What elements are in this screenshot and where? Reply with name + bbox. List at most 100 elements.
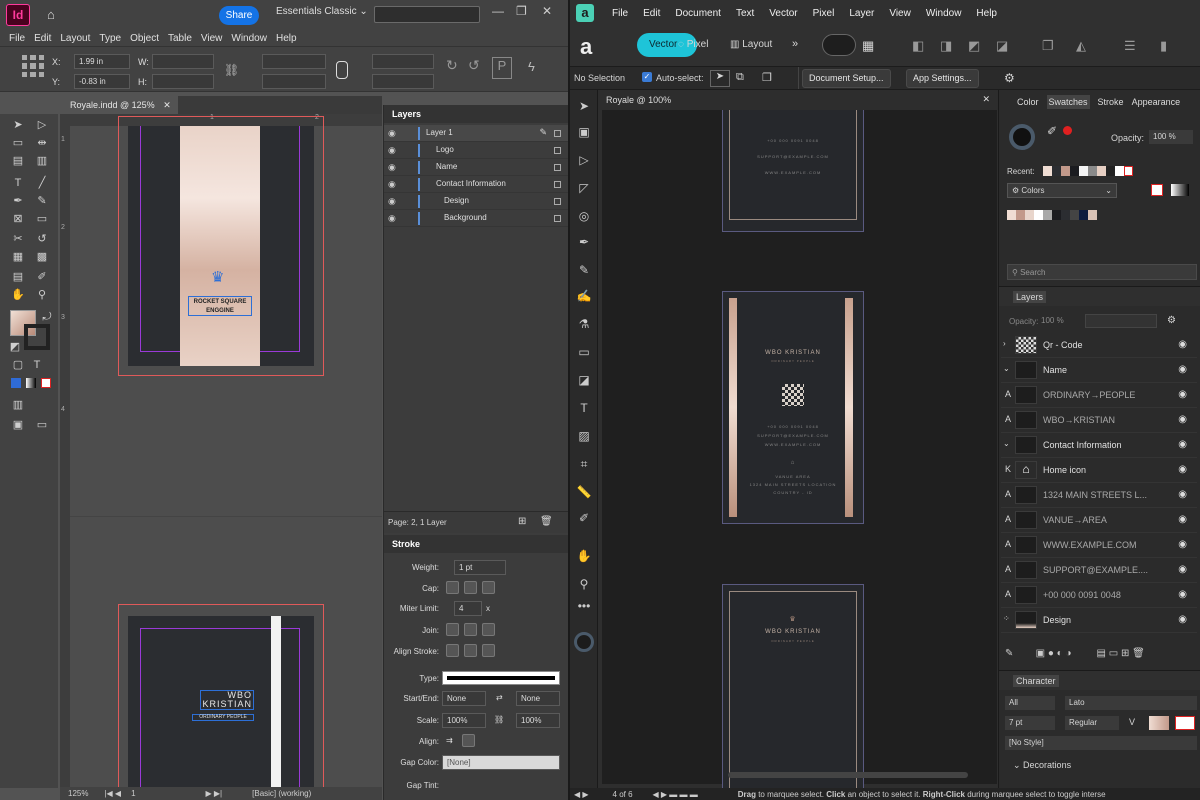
normal-view-icon[interactable]: ▣ [11,418,25,432]
menu-window[interactable]: Window [231,33,267,44]
zoom-tool-icon[interactable]: ⚲ [576,576,592,592]
gap-tool-icon[interactable]: ⇹ [35,136,49,150]
arrange-icon[interactable]: ▮ [1160,38,1167,54]
gradient-feather-icon[interactable]: ▩ [35,250,49,264]
zoom-level[interactable]: 125% [68,789,88,798]
recent-swatches[interactable] [1043,166,1133,176]
picked-color-swatch[interactable] [1063,126,1072,135]
rotate-ccw-icon[interactable]: ↺ [468,57,480,74]
search-input[interactable] [374,6,480,23]
scale-end-field[interactable]: 100% [516,713,560,728]
grid-icon[interactable]: ▦ [862,38,874,54]
move-tool-icon[interactable]: ➤ [576,98,592,114]
align-center-icon[interactable] [446,644,459,657]
boolean-xor-icon[interactable]: ◪ [996,38,1008,54]
eye-icon[interactable]: ◉ [388,213,396,224]
page-nav-next-icon[interactable]: ▶ ▶| [206,789,223,798]
content-placer-icon[interactable]: ▥ [35,154,49,168]
free-transform-icon[interactable]: ↺ [35,232,49,246]
swatch[interactable] [1007,210,1016,220]
x-field[interactable]: 1.99 in [74,54,130,69]
canvas[interactable]: +00 000 0091 0048 SUPPORT@EXAMPLE.COM WW… [602,110,997,795]
align-inside-icon[interactable] [464,644,477,657]
place-image-icon[interactable]: ▨ [576,428,592,444]
type-tool-icon[interactable]: T [11,176,25,190]
colors-dropdown[interactable]: ⚙ Colors ⌄ [1007,183,1117,198]
rectangle-tool-icon[interactable]: ▭ [576,344,592,360]
stroke-swatch[interactable] [24,324,50,350]
tab-swatches[interactable]: Swatches [1046,95,1090,109]
expand-icon[interactable]: › [1003,339,1006,348]
layers-tab[interactable]: Layers [1013,291,1047,303]
page-nav-icon[interactable]: ◀ ▶ ▬ ▬ ▬ [653,790,698,799]
artboard-card-middle[interactable]: WBO KRISTIAN ORDINARY PEOPLE +00 000 009… [722,291,864,524]
name-text-frame[interactable]: WBO KRISTIAN [200,690,254,710]
layers-footer-icons[interactable]: ✎ ▣ ● ◐ ◑ ▤ ▭ ⊞ 🗑 [1005,648,1199,662]
font-size-field[interactable]: 7 pt [1005,716,1055,730]
eye-icon[interactable]: ◉ [1178,539,1187,550]
workspace-switcher[interactable]: Essentials Classic ⌄ [276,6,368,17]
pen-tool-icon[interactable]: ✒ [576,234,592,250]
menu-help[interactable]: Help [276,33,297,44]
group-icon[interactable]: ❐ [1042,38,1054,54]
paragraph-style-select[interactable]: [No Style] [1005,736,1197,750]
more-icon[interactable]: » [792,38,798,50]
affinity-a-icon[interactable]: a [580,34,592,60]
rotate-field[interactable] [372,54,434,69]
preview-view-icon[interactable]: ▭ [35,418,49,432]
collapse-icon[interactable]: ⌄ [1003,364,1010,373]
font-family-select[interactable]: Lato [1065,696,1197,710]
trash-icon[interactable]: 🗑 [540,516,553,527]
collapse-icon[interactable]: ⌄ [1003,439,1010,448]
selection-square[interactable] [554,181,561,188]
swatch[interactable] [1043,210,1052,220]
pixel-persona-button[interactable]: ◌ Pixel [678,39,708,50]
flip-icon[interactable]: P [492,57,512,79]
menu-help[interactable]: Help [976,8,997,19]
direct-selection-icon[interactable]: ▷ [35,118,49,132]
logo-text-frame[interactable]: ROCKET SQUARE ENGGINE [188,296,252,316]
scale-start-field[interactable]: 100% [442,713,486,728]
swatch[interactable] [1025,210,1034,220]
miter-field[interactable]: 4 [454,601,482,616]
char-scope-select[interactable]: All [1005,696,1055,710]
layer-row[interactable]: A WBO→KRISTIAN ◉ [1001,408,1197,433]
app-settings-button[interactable]: App Settings... [906,69,979,88]
menu-text[interactable]: Text [736,8,754,19]
close-icon[interactable]: ✕ [982,94,990,105]
preflight-status[interactable]: [Basic] (working) [252,789,311,798]
maximize-icon[interactable]: ❐ [516,4,527,18]
hand-tool-icon[interactable]: ✋ [576,548,592,564]
none-swatch[interactable] [1151,184,1163,196]
gap-color-select[interactable]: [None] [442,755,560,770]
pencil-tool-icon[interactable]: ✎ [576,262,592,278]
fill-tool-icon[interactable]: ⚗ [576,316,592,332]
layer-row[interactable]: A ORDINARY→PEOPLE ◉ [1001,383,1197,408]
gear-icon[interactable]: ⚙ [1167,315,1176,326]
eye-icon[interactable]: ◉ [1178,589,1187,600]
menu-window[interactable]: Window [926,8,962,19]
w-field[interactable] [152,54,214,69]
document-swatches[interactable] [1007,210,1097,220]
page-1[interactable]: ♛ ROCKET SQUARE ENGGINE [128,126,314,366]
pen-tool-icon[interactable]: ✒ [11,194,25,208]
page-nav-icon[interactable]: |◀ ◀ [104,789,121,798]
page-prev-icon[interactable]: ◀ ▶ [574,790,589,799]
layer-row[interactable]: ◉ Contact Information [384,176,568,193]
node-tool-icon[interactable]: ▷ [576,152,592,168]
menu-pixel[interactable]: Pixel [813,8,835,19]
selection-square[interactable] [554,198,561,205]
swatch[interactable] [1079,166,1088,176]
pointer-icon[interactable]: ➤ [710,70,730,87]
swatch[interactable] [1079,210,1088,220]
selection-square[interactable] [554,147,561,154]
home-icon[interactable]: ⌂ [47,7,55,22]
layer-row[interactable]: ⌄ Contact Information ◉ [1001,433,1197,458]
document-tab[interactable]: Royale.indd @ 125% ✕ [60,96,178,114]
link-icon[interactable]: ⛓ [494,715,504,724]
gradient-swatch[interactable] [1171,184,1189,196]
content-collector-icon[interactable]: ▤ [11,154,25,168]
layer-row[interactable]: A VANUE→AREA ◉ [1001,508,1197,533]
menu-file[interactable]: File [612,8,628,19]
menu-vector[interactable]: Vector [769,8,797,19]
